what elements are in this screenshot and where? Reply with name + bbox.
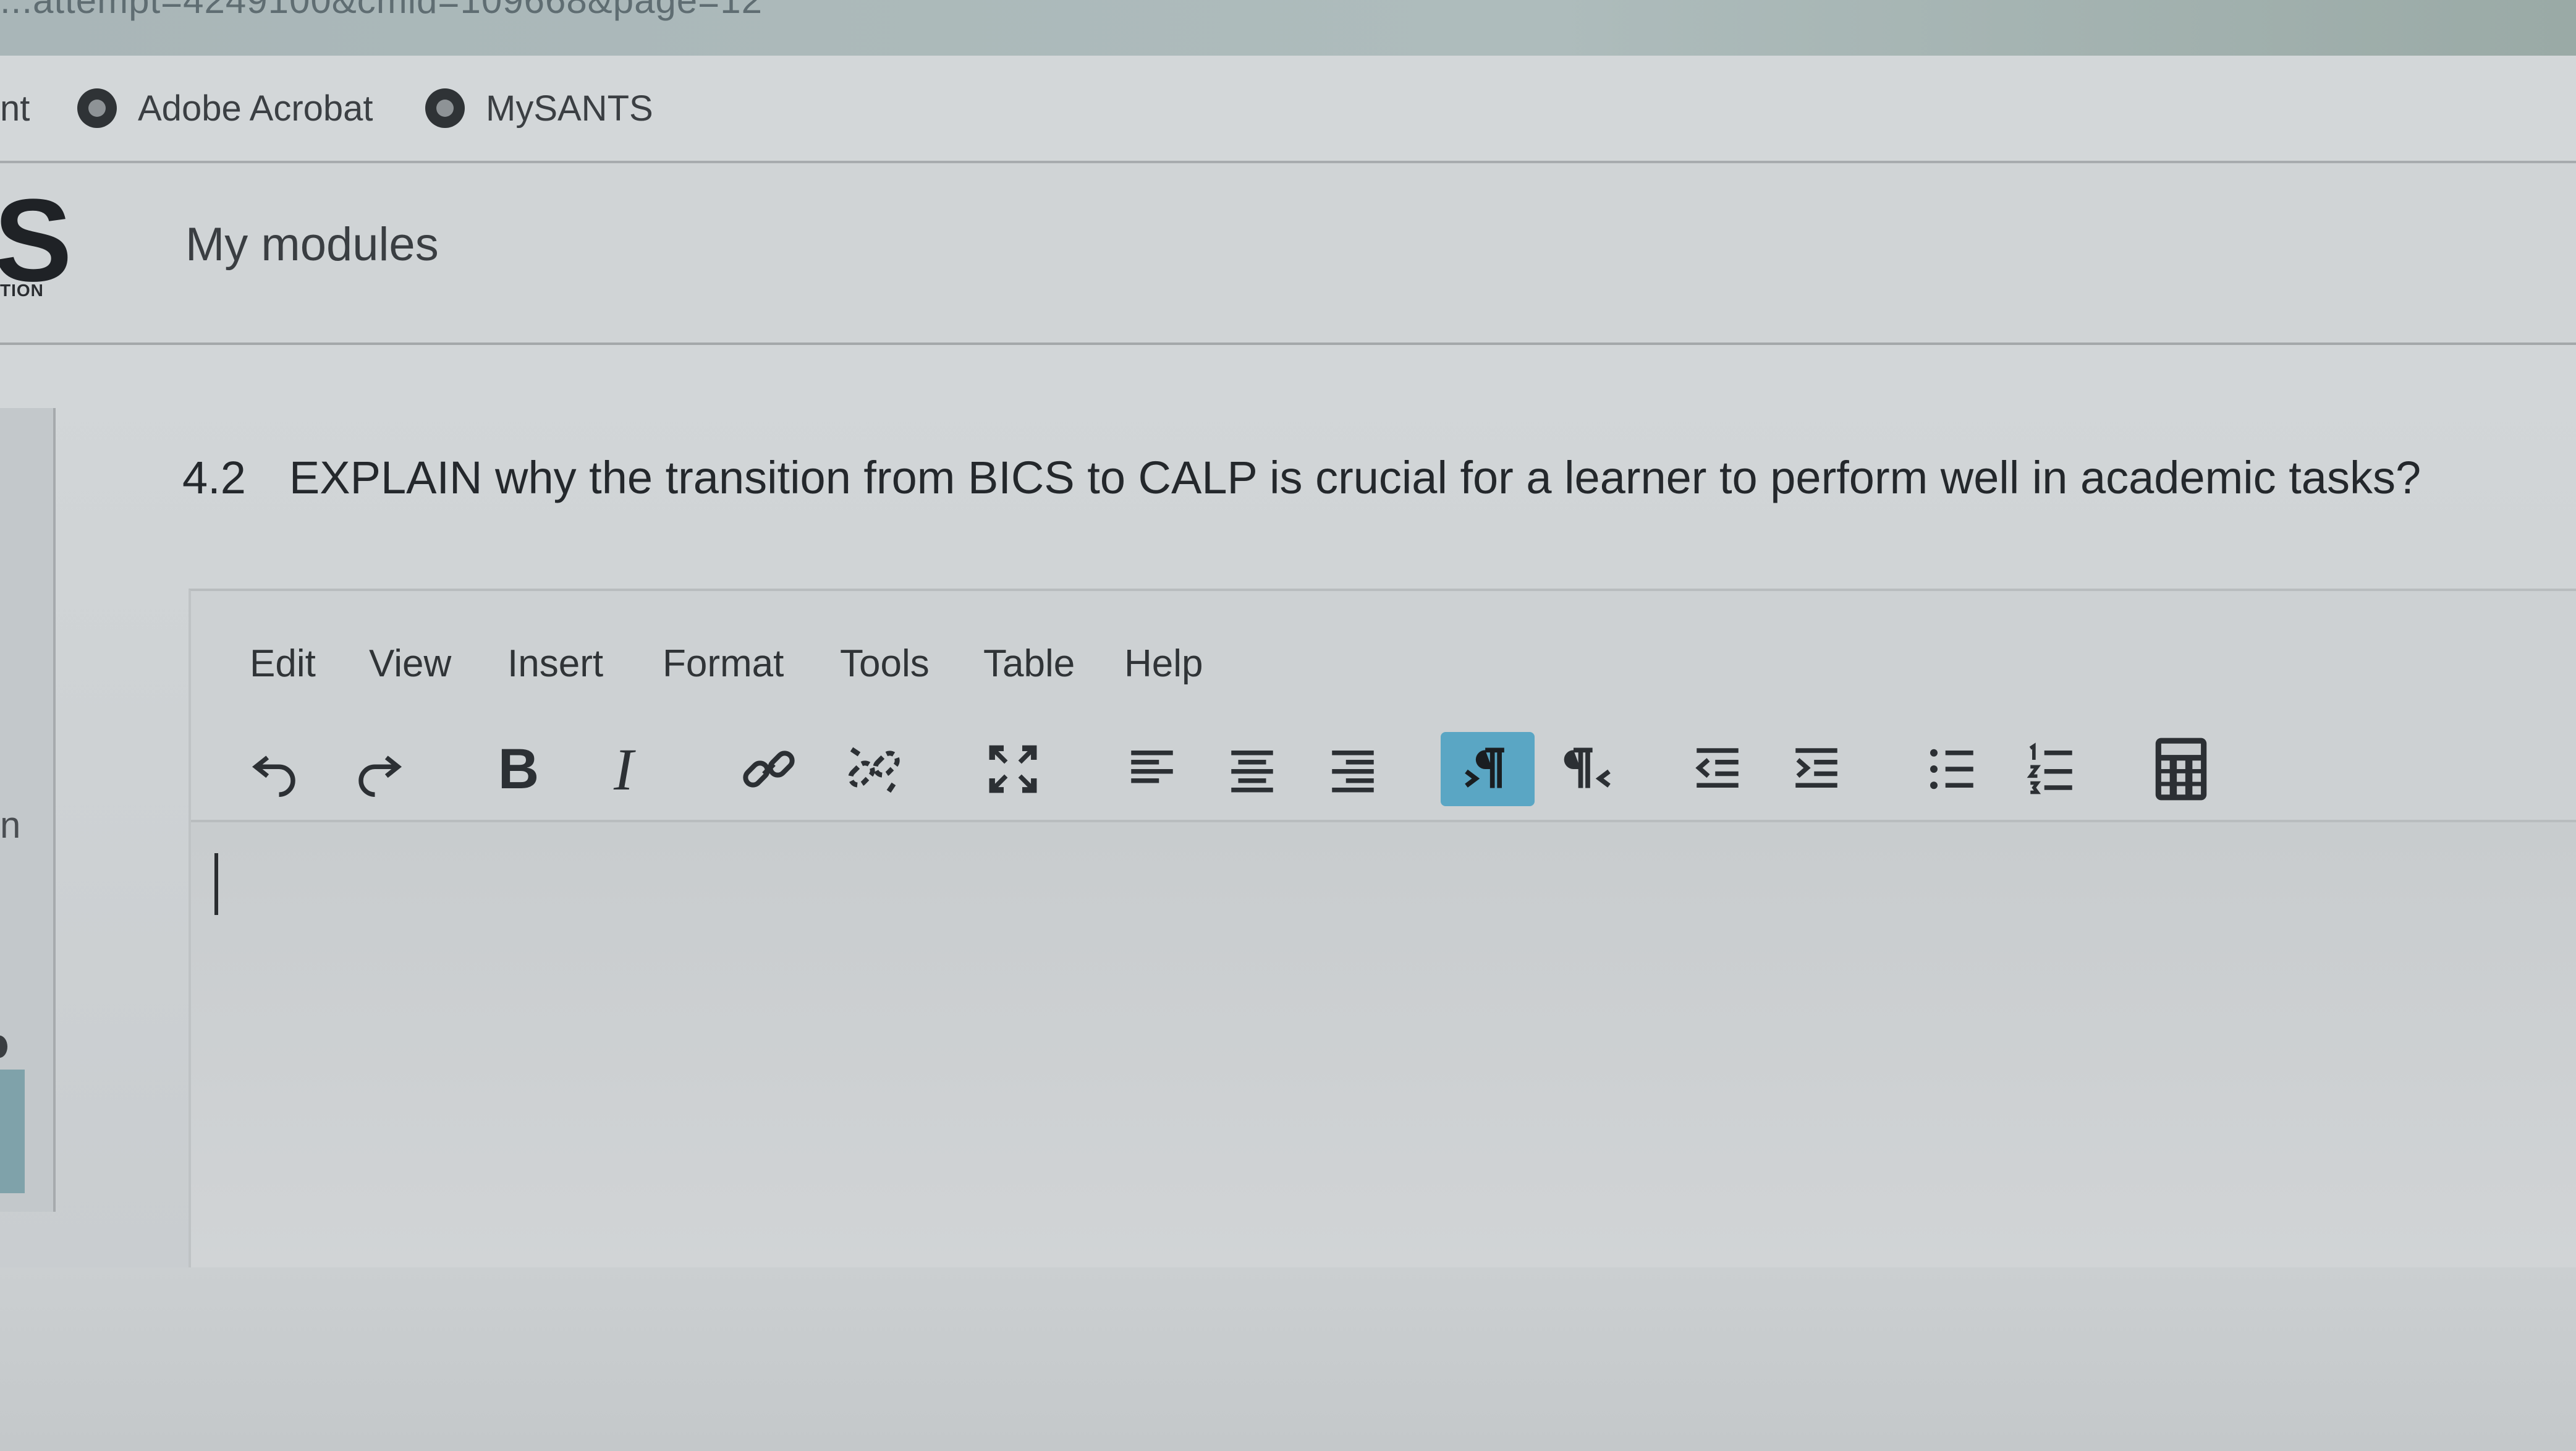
indent-button[interactable] xyxy=(1776,732,1857,806)
menu-tools[interactable]: Tools xyxy=(840,642,930,686)
fullscreen-button[interactable] xyxy=(973,732,1053,806)
undo-button[interactable] xyxy=(234,732,315,806)
menu-format[interactable]: Format xyxy=(663,642,784,686)
menu-view[interactable]: View xyxy=(369,642,451,686)
calculator-button[interactable] xyxy=(2141,732,2221,806)
bullet-list-icon xyxy=(1930,749,1973,789)
menu-edit[interactable]: Edit xyxy=(250,642,316,686)
adobe-acrobat-icon xyxy=(77,88,117,128)
mysants-icon xyxy=(425,88,465,128)
browser-url-bar[interactable]: ...attempt=4249100&cmid=109668&page=12 xyxy=(0,0,2576,56)
bookmark-partial[interactable]: nt xyxy=(0,80,30,136)
editor-toolbar: B I xyxy=(191,715,2576,822)
question-text: 4.2 EXPLAIN why the transition from BICS … xyxy=(182,451,2421,504)
outdent-button[interactable] xyxy=(1677,732,1758,806)
sidebar-accent xyxy=(0,1070,25,1193)
ltr-direction-button[interactable] xyxy=(1441,732,1535,806)
align-right-icon xyxy=(1332,751,1374,793)
link-icon xyxy=(743,751,795,788)
unlink-icon xyxy=(848,747,900,793)
editor-content-area[interactable] xyxy=(191,822,2576,1267)
page: ...attempt=4249100&cmid=109668&page=12 n… xyxy=(0,0,2576,1451)
indent-icon xyxy=(1795,748,1837,788)
link-button[interactable] xyxy=(729,732,809,806)
numbered-list-button[interactable] xyxy=(2011,732,2091,806)
rtl-icon xyxy=(1564,747,1611,788)
menu-insert[interactable]: Insert xyxy=(507,642,603,686)
bold-button[interactable]: B xyxy=(478,732,559,806)
align-left-button[interactable] xyxy=(1112,732,1192,806)
text-caret xyxy=(214,853,218,915)
redo-icon xyxy=(358,755,402,797)
italic-icon: I xyxy=(614,736,633,802)
bookmark-partial-label: nt xyxy=(0,88,30,129)
url-text: ...attempt=4249100&cmid=109668&page=12 xyxy=(0,0,763,21)
menu-help[interactable]: Help xyxy=(1124,642,1203,686)
outdent-icon xyxy=(1695,748,1739,788)
rich-text-editor: Edit View Insert Format Tools Table Help… xyxy=(189,589,2576,1271)
menu-table[interactable]: Table xyxy=(983,642,1075,686)
fullscreen-icon xyxy=(989,745,1037,793)
bookmark-label: Adobe Acrobat xyxy=(138,88,373,129)
nav-my-modules[interactable]: My modules xyxy=(185,218,439,271)
question-number: 4.2 xyxy=(182,452,246,503)
numbered-list-icon xyxy=(2027,743,2072,794)
bookmarks-bar: nt Adobe Acrobat MySANTS xyxy=(0,56,2576,163)
ltr-icon xyxy=(1465,747,1504,788)
italic-button[interactable]: I xyxy=(583,732,664,806)
sidebar-partial-text: n xyxy=(0,804,21,846)
undo-icon xyxy=(252,755,295,797)
redo-button[interactable] xyxy=(339,732,420,806)
rtl-direction-button[interactable] xyxy=(1548,732,1628,806)
page-bottom xyxy=(0,1267,2576,1451)
editor-menubar: Edit View Insert Format Tools Table Help xyxy=(191,591,2576,715)
bookmark-adobe-acrobat[interactable]: Adobe Acrobat xyxy=(77,80,373,136)
bullet-list-button[interactable] xyxy=(1912,732,1993,806)
bold-icon: B xyxy=(498,737,540,801)
bookmark-label: MySANTS xyxy=(486,88,653,129)
align-center-button[interactable] xyxy=(1212,732,1292,806)
unlink-button[interactable] xyxy=(834,732,914,806)
bookmark-mysants[interactable]: MySANTS xyxy=(425,80,653,136)
question-body: EXPLAIN why the transition from BICS to … xyxy=(289,452,2421,503)
calculator-icon xyxy=(2155,738,2207,801)
align-right-button[interactable] xyxy=(1313,732,1393,806)
align-left-icon xyxy=(1131,751,1173,783)
align-center-icon xyxy=(1231,751,1273,793)
site-header: S TION My modules xyxy=(0,163,2576,345)
site-logo-subtext: TION xyxy=(0,281,44,300)
